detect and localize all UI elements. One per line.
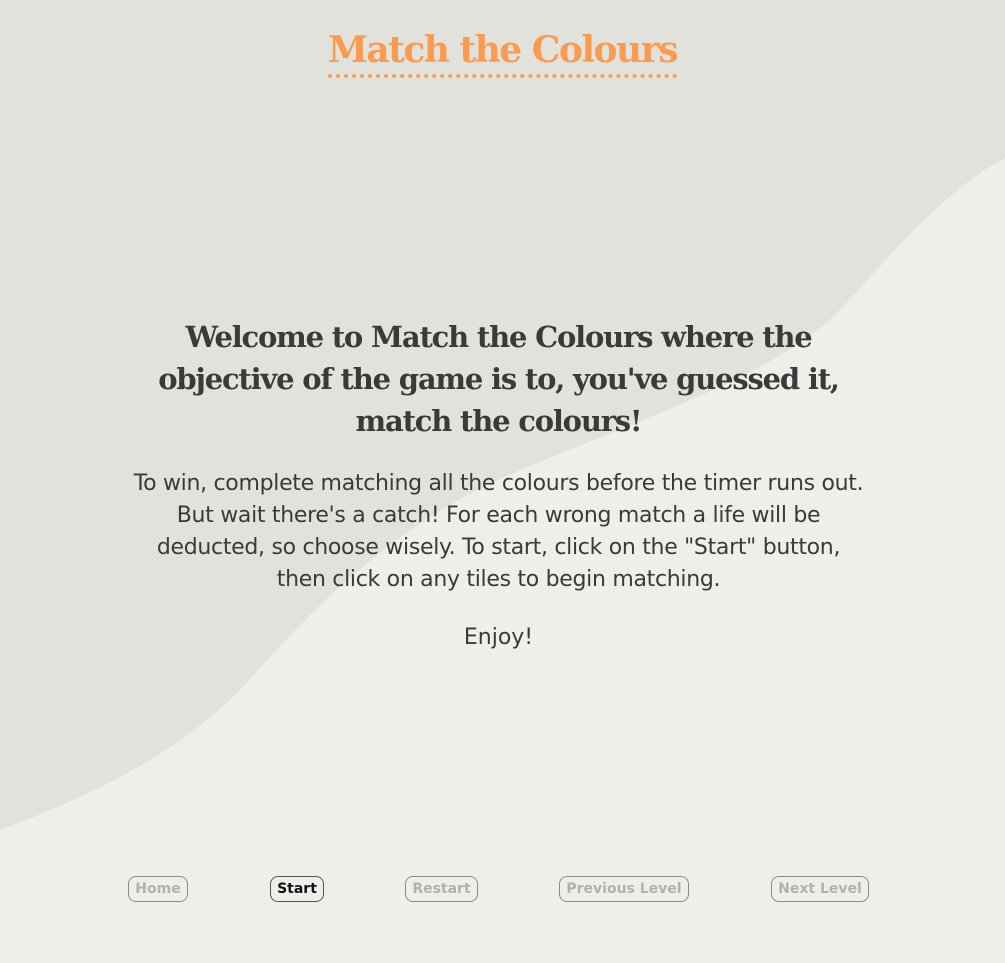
intro-section: Welcome to Match the Colours where the o… xyxy=(130,316,867,654)
previous-level-button[interactable]: Previous Level xyxy=(559,876,689,902)
enjoy-text: Enjoy! xyxy=(463,625,534,650)
instructions-text: To win, complete matching all the colour… xyxy=(133,471,864,592)
welcome-heading: Welcome to Match the Colours where the o… xyxy=(158,320,840,438)
game-controls: Home Start Restart Previous Level Next L… xyxy=(0,876,1005,904)
next-level-button[interactable]: Next Level xyxy=(771,876,869,902)
game-title: Match the Colours xyxy=(0,28,1005,78)
game-title-text: Match the Colours xyxy=(328,28,678,78)
restart-button[interactable]: Restart xyxy=(405,876,478,902)
home-button[interactable]: Home xyxy=(128,876,188,902)
start-button[interactable]: Start xyxy=(270,876,324,902)
